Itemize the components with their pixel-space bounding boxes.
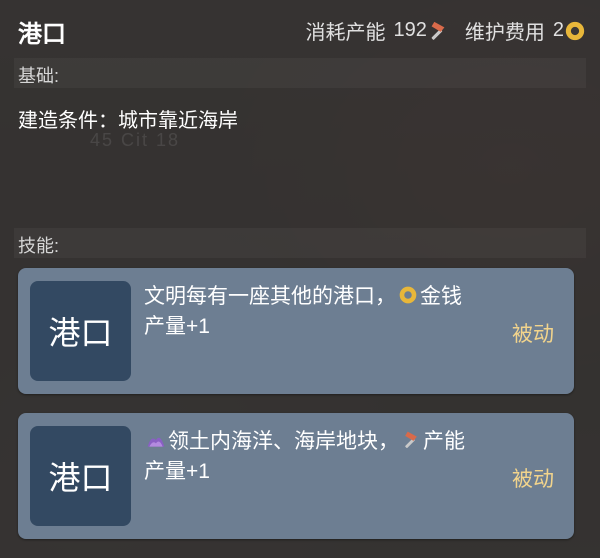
skill-description: 文明每有一座其他的港口， 金钱产量+1 — [144, 282, 474, 342]
building-title: 港口 — [18, 21, 66, 48]
skill-card[interactable]: 港口 领土内海洋、海岸地块， 产能产量+1 被动 — [18, 413, 574, 539]
skill-text-before: 领土内海洋、海岸地块， — [168, 430, 399, 453]
production-cost-value: 192 — [393, 19, 427, 41]
production-hammer-icon — [405, 432, 417, 449]
gold-coin-icon — [399, 287, 417, 304]
skill-badge: 港口 — [30, 426, 131, 526]
maintenance-value: 2 — [552, 19, 564, 41]
skill-description: 领土内海洋、海岸地块， 产能产量+1 — [144, 427, 474, 487]
sea-wave-icon — [147, 438, 165, 448]
skill-badge: 港口 — [30, 281, 131, 381]
maintenance-cost: 维护费用 2 — [465, 16, 586, 45]
build-requirement: 建造条件：城市靠近海岸 — [18, 110, 238, 132]
building-tooltip-panel: 港口 消耗产能 192 维护费用 2 基础: 建造条件：城市靠近海岸 45 Ci… — [0, 0, 600, 558]
basics-row-background — [14, 58, 586, 88]
skills-row-background — [14, 228, 586, 258]
production-cost-label: 消耗产能 — [305, 22, 386, 44]
building-stats: 消耗产能 192 维护费用 2 — [306, 16, 587, 45]
basics-heading: 基础: — [18, 66, 60, 86]
skill-type-passive: 被动 — [512, 323, 554, 346]
gold-coin-icon — [565, 21, 585, 40]
skills-heading: 技能: — [18, 236, 60, 256]
skill-card[interactable]: 港口 文明每有一座其他的港口， 金钱产量+1 被动 — [18, 268, 574, 394]
skill-type-passive: 被动 — [512, 468, 554, 491]
maintenance-label: 维护费用 — [464, 22, 545, 44]
background-faint-text: 45 Cit 18 — [90, 130, 181, 150]
production-cost: 消耗产能 192 — [306, 16, 449, 45]
skill-text-before: 文明每有一座其他的港口， — [144, 285, 396, 308]
production-hammer-icon — [431, 21, 445, 40]
